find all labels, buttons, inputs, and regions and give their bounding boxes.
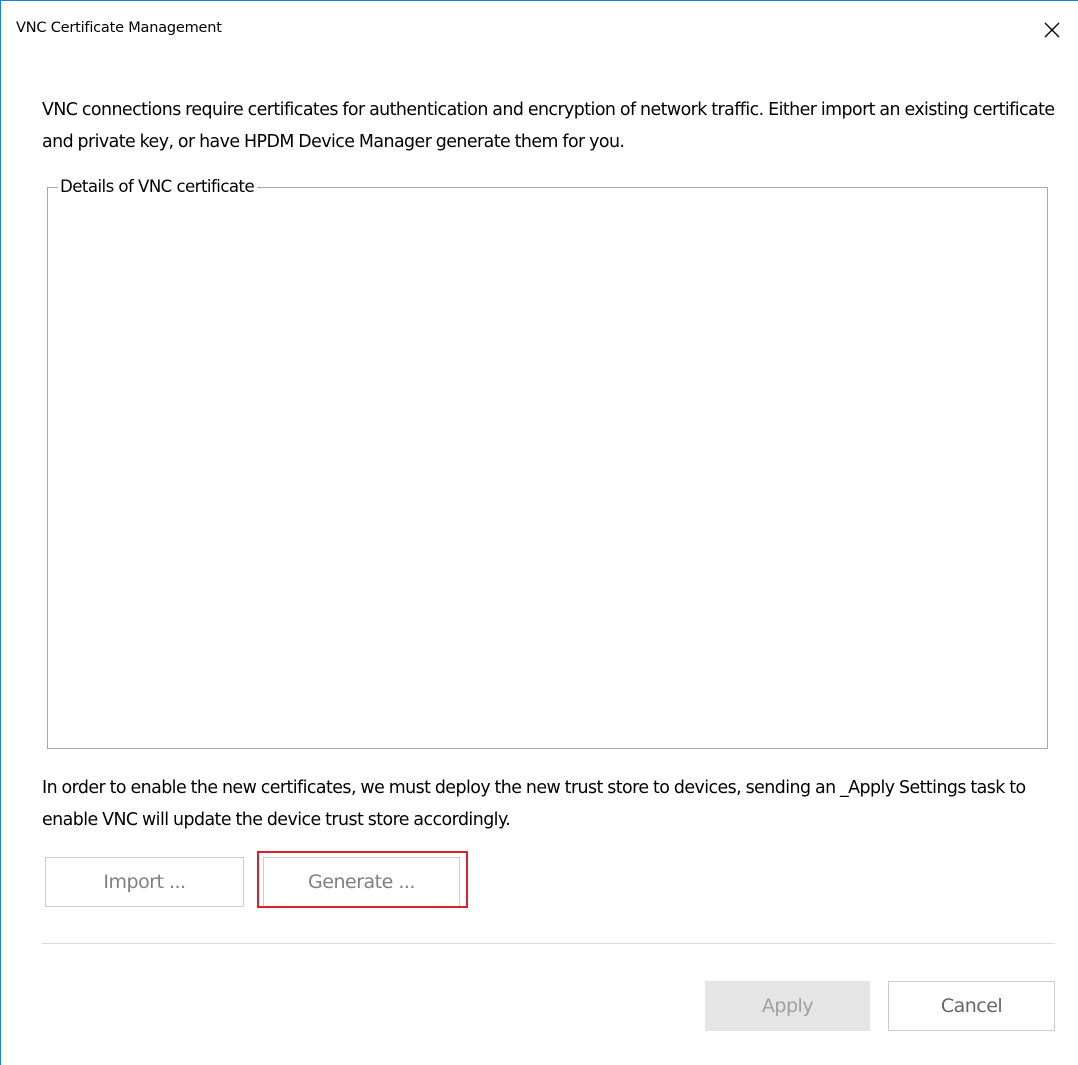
footer-divider (42, 943, 1055, 944)
close-icon (1044, 22, 1060, 38)
certificate-details-legend: Details of VNC certificate (58, 176, 258, 198)
vnc-certificate-dialog: VNC Certificate Management VNC connectio… (0, 0, 1078, 1065)
import-button[interactable]: Import ... (45, 857, 244, 907)
cancel-button[interactable]: Cancel (888, 981, 1055, 1031)
generate-button[interactable]: Generate ... (263, 857, 460, 907)
window-title: VNC Certificate Management (16, 20, 222, 36)
certificate-details-content (61, 216, 1031, 726)
apply-button[interactable]: Apply (705, 981, 870, 1031)
intro-description: VNC connections require certificates for… (42, 100, 1055, 152)
trust-store-note: In order to enable the new certificates,… (42, 778, 1026, 830)
close-button[interactable] (1035, 11, 1071, 47)
title-bar: VNC Certificate Management (1, 1, 1078, 63)
